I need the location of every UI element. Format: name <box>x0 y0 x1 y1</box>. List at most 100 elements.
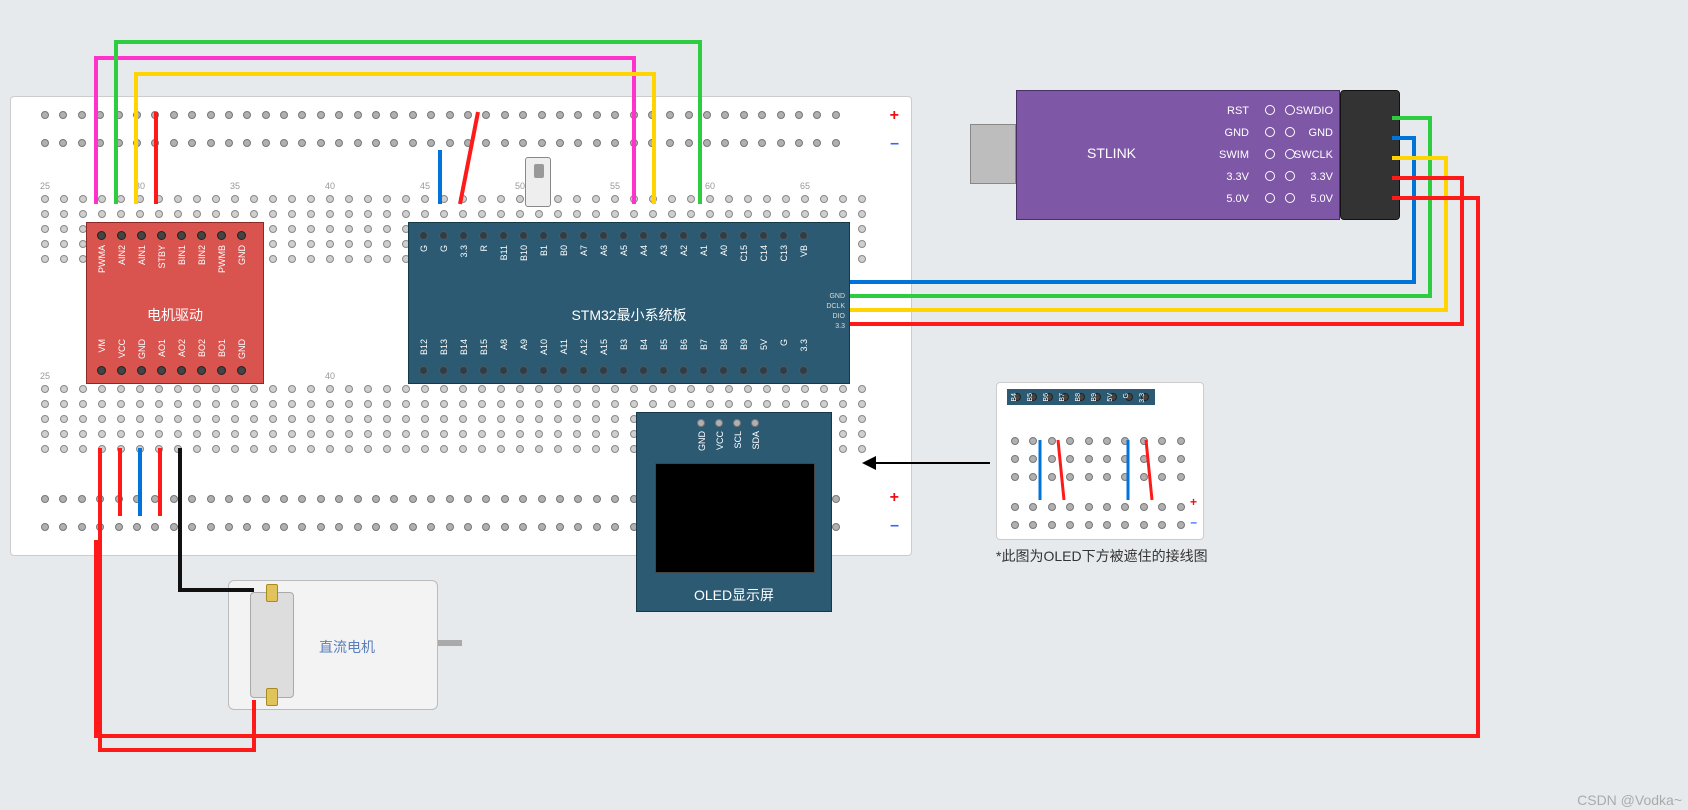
stlink-usb-plug <box>970 124 1016 184</box>
pin-label-a12: A12 <box>579 339 589 355</box>
stm32-module: GG3.3RB11B10B1B0A7A6A5A4A3A2A1A0C15C14C1… <box>408 222 850 384</box>
detail-minus: – <box>1190 515 1197 529</box>
pin-label-b15: B15 <box>479 339 489 355</box>
pin-label-vm: VM <box>97 339 107 353</box>
pin-label-a0: A0 <box>719 245 729 256</box>
rail-top-plus-holes <box>41 111 840 119</box>
stlink-left-5.0v: 5.0V <box>1226 193 1249 205</box>
rail-top-minus-holes <box>41 139 840 147</box>
pin-label-b12: B12 <box>419 339 429 355</box>
dc-motor-title: 直流电机 <box>319 637 375 657</box>
pin-label-pwma: PWMA <box>97 245 107 273</box>
stm32-title: STM32最小系统板 <box>409 305 849 325</box>
detail-holes-2 <box>1011 455 1185 463</box>
oled-pin-vcc: VCC <box>715 431 725 450</box>
pin-label-r: R <box>479 245 489 252</box>
arrow-line <box>876 462 990 464</box>
pin-label-a6: A6 <box>599 245 609 256</box>
pin-label-bo1: BO1 <box>217 339 227 357</box>
pin-label-pwmb: PWMB <box>217 245 227 273</box>
stm32-bottom-pinrow <box>419 366 808 375</box>
stlink-header-block <box>1340 90 1400 220</box>
stlink-left-3.3v: 3.3V <box>1226 171 1249 183</box>
pin-label-a8: A8 <box>499 339 509 350</box>
pin-label-c14: C14 <box>759 245 769 262</box>
pin-label-ain1: AIN1 <box>137 245 147 265</box>
pin-label-b8: B8 <box>719 339 729 350</box>
detail-plus: + <box>1190 495 1197 509</box>
motor-driver-top-pinrow <box>97 231 246 240</box>
pin-label-g: G <box>439 245 449 252</box>
pin-label-a5: A5 <box>619 245 629 256</box>
pin-label-ain2: AIN2 <box>117 245 127 265</box>
pin-label-b13: B13 <box>439 339 449 355</box>
pin-label-b5: B5 <box>659 339 669 350</box>
pin-label-a9: A9 <box>519 339 529 350</box>
pin-label-ao2: AO2 <box>177 339 187 357</box>
stlink-left-swim: SWIM <box>1219 149 1249 161</box>
pin-label-a7: A7 <box>579 245 589 256</box>
oled-pin-gnd: GND <box>697 431 707 451</box>
dc-motor-terminal-bot <box>266 688 278 706</box>
pin-label-b7: B7 <box>699 339 709 350</box>
rail-minus-top: – <box>890 135 899 153</box>
stlink-right-swclk: SWCLK <box>1294 149 1333 161</box>
pin-label-c15: C15 <box>739 245 749 262</box>
detail-holes-5 <box>1011 521 1185 529</box>
detail-holes-1 <box>1011 437 1185 445</box>
stlink-right-gnd: GND <box>1309 127 1333 139</box>
pin-label-gnd: GND <box>237 339 247 359</box>
wiring-diagram-canvas: + – 253035404550556065 25303540455055606… <box>0 0 1688 810</box>
stm32-side-3v3: 3.3 <box>835 323 845 330</box>
detail-pin-b7: B7 <box>1059 393 1066 402</box>
pin-label-b3: B3 <box>619 339 629 350</box>
stlink-right-5.0v: 5.0V <box>1310 193 1333 205</box>
stm32-side-gnd: GND <box>829 293 845 300</box>
oled-screen <box>655 463 815 573</box>
motor-driver-module: PWMA AIN2 AIN1 STBY BIN1 BIN2 PWMB GND 电机驱动 VM V… <box>86 222 264 384</box>
rail-minus-bot: – <box>890 517 899 535</box>
detail-pin-b9: B9 <box>1091 393 1098 402</box>
pin-label-vb: VB <box>799 245 809 257</box>
pin-label-3.3: 3.3 <box>799 339 809 352</box>
pin-label-bin1: BIN1 <box>177 245 187 265</box>
pin-label-3.3: 3.3 <box>459 245 469 258</box>
pin-label-a3: A3 <box>659 245 669 256</box>
detail-pin-5v: 5V <box>1107 393 1114 402</box>
pin-label-b9: B9 <box>739 339 749 350</box>
motor-driver-title: 电机驱动 <box>87 305 263 325</box>
pin-label-bin2: BIN2 <box>197 245 207 265</box>
dc-motor-body <box>250 592 294 698</box>
detail-caption: *此图为OLED下方被遮住的接线图 <box>996 546 1208 566</box>
detail-breadboard: B4B5B6B7B8B95VG3.3 + – <box>996 382 1204 540</box>
motor-driver-bottom-pinrow <box>97 366 246 375</box>
pin-label-a4: A4 <box>639 245 649 256</box>
pin-label-c13: C13 <box>779 245 789 262</box>
pin-label-a10: A10 <box>539 339 549 355</box>
detail-pin-b5: B5 <box>1027 393 1034 402</box>
watermark: CSDN @Vodka~ <box>1577 792 1682 808</box>
detail-pin-g: G <box>1123 393 1130 398</box>
pin-label-a2: A2 <box>679 245 689 256</box>
pin-label-b4: B4 <box>639 339 649 350</box>
stlink-right-swdio: SWDIO <box>1296 105 1333 117</box>
oled-module: GNDVCCSCLSDA OLED显示屏 <box>636 412 832 612</box>
pin-label-b1: B1 <box>539 245 549 256</box>
detail-pin-b4: B4 <box>1011 393 1018 402</box>
arrow-head-icon <box>862 456 876 470</box>
pin-label-gnd: GND <box>137 339 147 359</box>
stm32-top-pinrow <box>419 231 808 240</box>
pin-label-vcc: VCC <box>117 339 127 358</box>
oled-pin-scl: SCL <box>733 431 743 449</box>
rail-plus-bot: + <box>890 489 899 507</box>
pin-label-g: G <box>779 339 789 346</box>
oled-pinrow <box>697 419 759 427</box>
stlink-left-rst: RST <box>1227 105 1249 117</box>
stlink-right-3.3v: 3.3V <box>1310 171 1333 183</box>
pin-label-g: G <box>419 245 429 252</box>
detail-pin-b8: B8 <box>1075 393 1082 402</box>
stlink-left-gnd: GND <box>1225 127 1249 139</box>
pin-label-b11: B11 <box>499 245 509 260</box>
pin-label-stby: STBY <box>157 245 167 269</box>
dc-motor-terminal-top <box>266 584 278 602</box>
